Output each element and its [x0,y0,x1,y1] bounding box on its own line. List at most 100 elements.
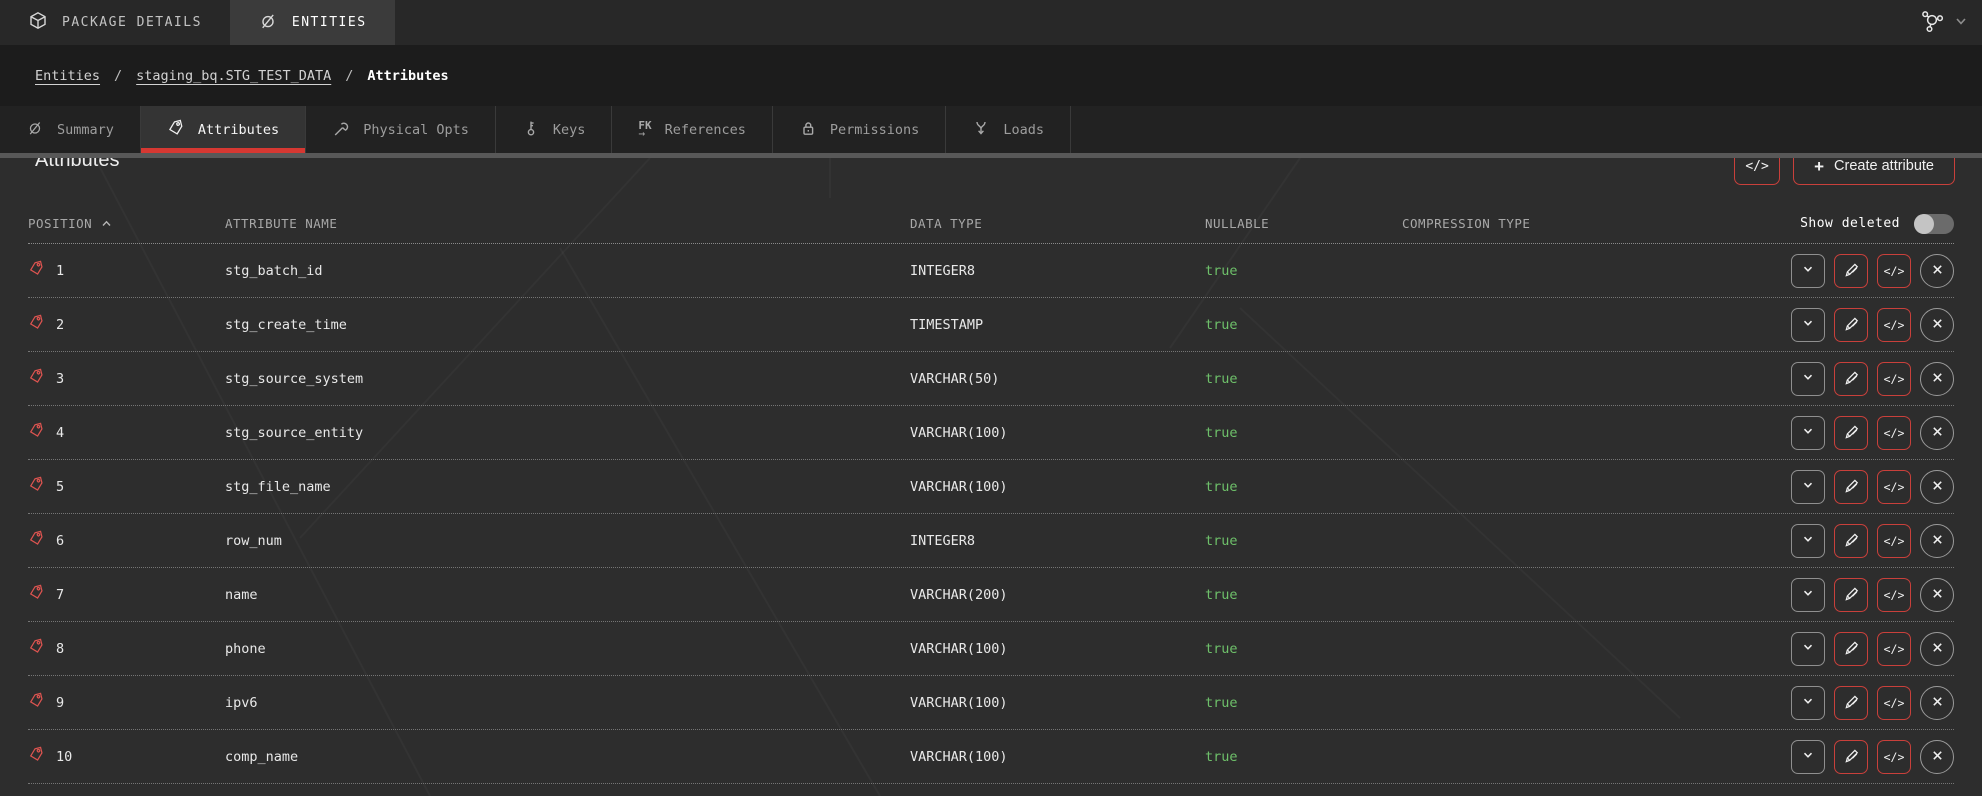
delete-attribute-button[interactable] [1920,740,1954,774]
edit-attribute-button[interactable] [1834,740,1868,774]
tab-summary[interactable]: Summary [0,106,141,153]
create-attribute-label: Create attribute [1834,158,1934,174]
nullable-cell: true [1205,695,1402,711]
table-row: 10 comp_name VARCHAR(100) true </> [28,730,1954,784]
expand-row-button[interactable] [1791,632,1825,666]
nullable-cell: true [1205,749,1402,765]
tab-physical-opts[interactable]: Physical Opts [306,106,496,153]
attribute-tag-icon [28,692,45,713]
edit-attribute-button[interactable] [1834,254,1868,288]
plus-icon: + [1814,158,1824,175]
edit-attribute-button[interactable] [1834,416,1868,450]
view-code-button[interactable]: </> [1734,158,1780,185]
data-type-cell: VARCHAR(100) [910,695,1205,711]
edit-attribute-button[interactable] [1834,362,1868,396]
data-type-cell: VARCHAR(100) [910,749,1205,765]
expand-row-button[interactable] [1791,470,1825,504]
delete-attribute-button[interactable] [1920,362,1954,396]
attribute-code-button[interactable]: </> [1877,416,1911,450]
pencil-icon [1843,585,1860,605]
position-value: 4 [56,425,64,441]
data-type-cell: VARCHAR(50) [910,371,1205,387]
tab-entities[interactable]: ENTITIES [230,0,395,45]
delete-attribute-button[interactable] [1920,632,1954,666]
expand-row-button[interactable] [1791,308,1825,342]
expand-row-button[interactable] [1791,362,1825,396]
tab-loads[interactable]: Loads [946,106,1071,153]
delete-attribute-button[interactable] [1920,524,1954,558]
tab-attributes-label: Attributes [198,122,279,138]
wrench-icon [332,119,350,141]
attribute-code-button[interactable]: </> [1877,524,1911,558]
expand-row-button[interactable] [1791,254,1825,288]
close-icon [1931,479,1944,495]
breadcrumb-entities-link[interactable]: Entities [35,68,100,84]
attributes-table: POSITION ATTRIBUTE NAME DATA TYPE NULLAB… [28,204,1954,784]
delete-attribute-button[interactable] [1920,578,1954,612]
position-value: 6 [56,533,64,549]
tab-package-details[interactable]: PACKAGE DETAILS [0,0,230,45]
expand-row-button[interactable] [1791,416,1825,450]
tab-keys[interactable]: Keys [496,106,613,153]
chevron-down-icon [1801,370,1815,387]
edit-attribute-button[interactable] [1834,470,1868,504]
expand-row-button[interactable] [1791,524,1825,558]
edit-attribute-button[interactable] [1834,308,1868,342]
pencil-icon [1843,747,1860,767]
chevron-down-icon [1801,694,1815,711]
breadcrumb-entity-link[interactable]: staging_bq.STG_TEST_DATA [136,68,331,84]
pencil-icon [1843,531,1860,551]
expand-row-button[interactable] [1791,686,1825,720]
column-header-position[interactable]: POSITION [28,216,225,231]
edit-attribute-button[interactable] [1834,686,1868,720]
edit-attribute-button[interactable] [1834,578,1868,612]
breadcrumb-separator: / [345,68,353,84]
code-icon: </> [1884,534,1905,548]
nullable-cell: true [1205,479,1402,495]
column-header-nullable: NULLABLE [1205,216,1402,231]
tab-attributes[interactable]: Attributes [141,106,306,153]
edit-attribute-button[interactable] [1834,524,1868,558]
attribute-code-button[interactable]: </> [1877,686,1911,720]
nullable-cell: true [1205,371,1402,387]
show-deleted-toggle[interactable] [1914,214,1954,234]
expand-row-button[interactable] [1791,740,1825,774]
pencil-icon [1843,369,1860,389]
create-attribute-button[interactable]: + Create attribute [1793,158,1955,185]
breadcrumb: Entities / staging_bq.STG_TEST_DATA / At… [0,45,1982,106]
data-type-cell: VARCHAR(100) [910,425,1205,441]
delete-attribute-button[interactable] [1920,308,1954,342]
code-icon: </> [1884,588,1905,602]
delete-attribute-button[interactable] [1920,686,1954,720]
attribute-code-button[interactable]: </> [1877,254,1911,288]
close-icon [1931,533,1944,549]
chevron-down-icon [1801,424,1815,441]
tab-references[interactable]: FK→ References [612,106,773,153]
delete-attribute-button[interactable] [1920,470,1954,504]
tab-entities-label: ENTITIES [292,15,367,30]
attribute-name-cell: row_num [225,533,910,549]
delete-attribute-button[interactable] [1920,254,1954,288]
molecule-icon[interactable] [1918,7,1946,39]
tab-permissions-label: Permissions [830,122,919,138]
attribute-code-button[interactable]: </> [1877,578,1911,612]
chevron-down-icon[interactable] [1954,13,1968,32]
column-header-data-type: DATA TYPE [910,216,1205,231]
attribute-code-button[interactable]: </> [1877,632,1911,666]
column-header-compression-type: COMPRESSION TYPE [1402,216,1740,231]
tab-bar-divider [0,153,1982,158]
attribute-code-button[interactable]: </> [1877,362,1911,396]
delete-attribute-button[interactable] [1920,416,1954,450]
attribute-code-button[interactable]: </> [1877,470,1911,504]
chevron-down-icon [1801,640,1815,657]
edit-attribute-button[interactable] [1834,632,1868,666]
expand-row-button[interactable] [1791,578,1825,612]
attribute-code-button[interactable]: </> [1877,740,1911,774]
pencil-icon [1843,639,1860,659]
tab-permissions[interactable]: Permissions [773,106,946,153]
attribute-tag-icon [28,422,45,443]
attribute-tag-icon [28,476,45,497]
position-cell: 2 [28,314,225,335]
page-title: Attributes [35,158,119,171]
attribute-code-button[interactable]: </> [1877,308,1911,342]
